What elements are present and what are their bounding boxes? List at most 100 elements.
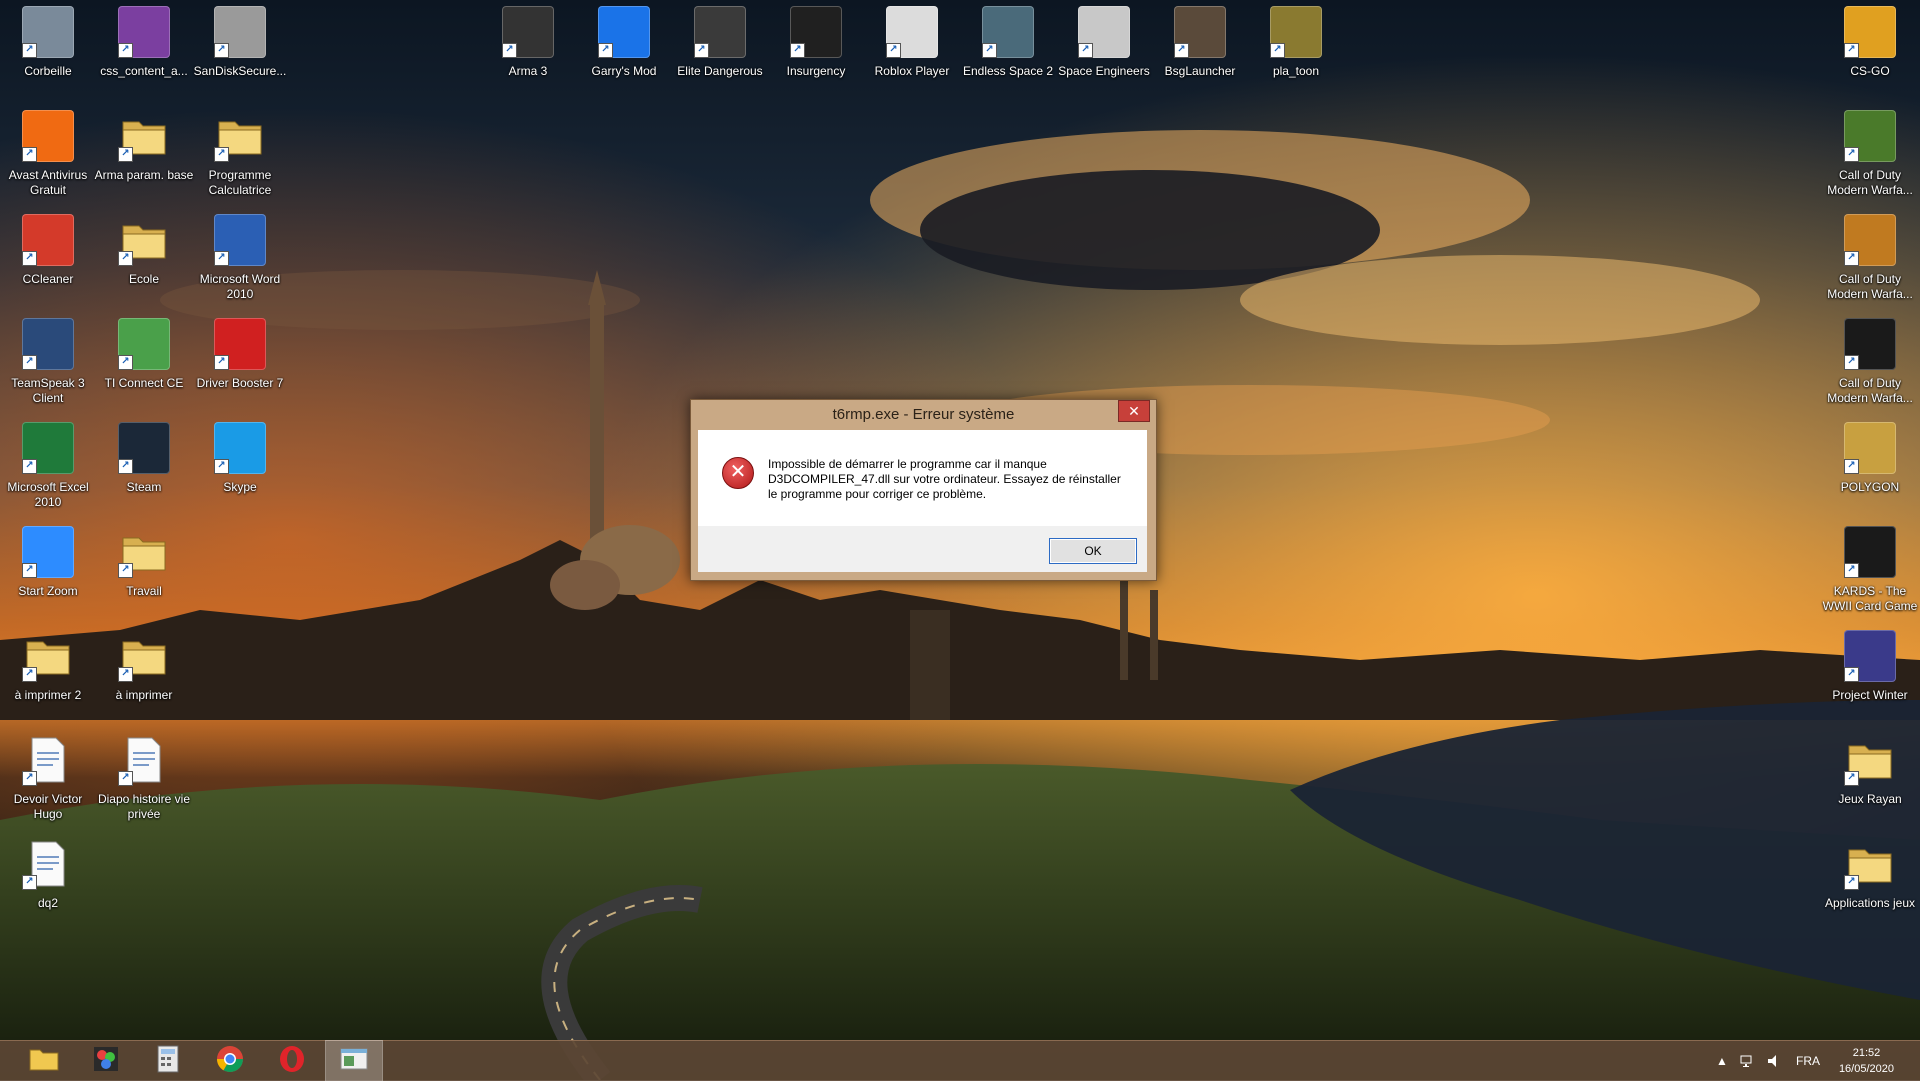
desktop-icon[interactable]: ↗ Arma 3	[480, 6, 576, 79]
shortcut-arrow-icon: ↗	[1844, 355, 1859, 370]
desktop-icon[interactable]: ↗ Driver Booster 7	[192, 318, 288, 391]
close-button[interactable]: ✕	[1118, 400, 1150, 422]
cod-mw2-icon: ↗	[1844, 110, 1896, 162]
cod-mw-icon: ↗	[1844, 318, 1896, 370]
desktop-icon[interactable]: ↗ Programme Calculatrice	[192, 110, 288, 198]
desktop-icon[interactable]: ↗ Diapo histoire vie privée	[96, 734, 192, 822]
desktop-icon[interactable]: ↗ Start Zoom	[0, 526, 96, 599]
shortcut-arrow-icon: ↗	[1844, 771, 1859, 786]
desktop-icon-label: Microsoft Excel 2010	[7, 480, 89, 509]
desktop-icon[interactable]: ↗ Garry's Mod	[576, 6, 672, 79]
show-hidden-icons-icon[interactable]: ▲	[1716, 1041, 1728, 1081]
desktop-icon-label: dq2	[37, 896, 59, 910]
shortcut-arrow-icon: ↗	[1844, 667, 1859, 682]
desktop-icon[interactable]: ↗ Roblox Player	[864, 6, 960, 79]
shortcut-arrow-icon: ↗	[214, 147, 229, 162]
desktop-icon[interactable]: ↗ Microsoft Word 2010	[192, 214, 288, 302]
desktop-icon[interactable]: ↗ pla_toon	[1248, 6, 1344, 79]
desktop-icon[interactable]: ↗ CCleaner	[0, 214, 96, 287]
steam-icon: ↗	[118, 422, 170, 474]
error-icon: ✕	[722, 457, 754, 489]
desktop-icon[interactable]: ↗ Call of Duty Modern Warfa...	[1822, 110, 1918, 198]
desktop-icon[interactable]: ↗ Insurgency	[768, 6, 864, 79]
desktop-icon[interactable]: ↗ Endless Space 2	[960, 6, 1056, 79]
shortcut-arrow-icon: ↗	[22, 771, 37, 786]
taskbar: ▲ FRA 21:52 16/05/2020	[0, 1040, 1920, 1081]
shortcut-arrow-icon: ↗	[22, 563, 37, 578]
desktop-icon[interactable]: ↗ POLYGON	[1822, 422, 1918, 495]
taskbar-opera-button[interactable]	[264, 1041, 320, 1081]
folder-icon: ↗	[1844, 734, 1896, 786]
desktop-icon-label: Programme Calculatrice	[208, 168, 272, 197]
desktop-icon[interactable]: ↗ à imprimer 2	[0, 630, 96, 703]
desktop-icon[interactable]: ↗ Ecole	[96, 214, 192, 287]
desktop-icon[interactable]: ↗ Avast Antivirus Gratuit	[0, 110, 96, 198]
desktop-icon[interactable]: ↗ BsgLauncher	[1152, 6, 1248, 79]
desktop-icon-label: SanDiskSecure...	[193, 64, 287, 78]
desktop-icon-label: Skype	[223, 480, 257, 494]
desktop-icon[interactable]: ↗ Arma param. base	[94, 110, 194, 183]
dialog-titlebar[interactable]: t6rmp.exe - Erreur système ✕	[691, 400, 1156, 430]
desktop-icon[interactable]: ↗ Project Winter	[1822, 630, 1918, 703]
desktop-icon[interactable]: ↗ Jeux Rayan	[1822, 734, 1918, 807]
desktop-icon[interactable]: ↗ Steam	[96, 422, 192, 495]
desktop-icon[interactable]: ↗ Travail	[96, 526, 192, 599]
folder-icon: ↗	[214, 110, 266, 162]
ok-button[interactable]: OK	[1049, 538, 1137, 564]
desktop-icon[interactable]: ↗ Space Engineers	[1056, 6, 1152, 79]
shortcut-arrow-icon: ↗	[1844, 875, 1859, 890]
desktop-icon[interactable]: ↗ Corbeille	[0, 6, 96, 79]
error-dialog: t6rmp.exe - Erreur système ✕ ✕ Impossibl…	[690, 399, 1157, 581]
desktop-icon[interactable]: ↗ css_content_a...	[96, 6, 192, 79]
desktop-icon[interactable]: ↗ TI Connect CE	[96, 318, 192, 391]
shortcut-arrow-icon: ↗	[694, 43, 709, 58]
taskbar-error-window-button[interactable]	[325, 1040, 383, 1081]
language-indicator[interactable]: FRA	[1796, 1041, 1820, 1081]
desktop-icon-label: Avast Antivirus Gratuit	[8, 168, 88, 197]
network-icon[interactable]	[1740, 1041, 1756, 1081]
desktop-icon-label: Jeux Rayan	[1838, 792, 1902, 806]
dialog-footer: OK	[698, 526, 1147, 572]
desktop-icon[interactable]: ↗ Microsoft Excel 2010	[0, 422, 96, 510]
shortcut-arrow-icon: ↗	[118, 459, 133, 474]
desktop-icon[interactable]: ↗ SanDiskSecure...	[192, 6, 288, 79]
desktop-icon[interactable]: ↗ Devoir Victor Hugo	[0, 734, 96, 822]
shortcut-arrow-icon: ↗	[1844, 251, 1859, 266]
error-message: Impossible de démarrer le programme car …	[768, 457, 1121, 501]
desktop-icon-label: Call of Duty Modern Warfa...	[1827, 168, 1913, 197]
desktop-icon[interactable]: ↗ Call of Duty Modern Warfa...	[1822, 214, 1918, 302]
desktop-icon-label: Call of Duty Modern Warfa...	[1827, 272, 1913, 301]
desktop-icon[interactable]: ↗ Elite Dangerous	[672, 6, 768, 79]
folder-icon: ↗	[1844, 838, 1896, 890]
volume-icon[interactable]	[1766, 1041, 1782, 1081]
zoom-icon: ↗	[22, 526, 74, 578]
desktop-icon[interactable]: ↗ dq2	[0, 838, 96, 911]
taskbar-calculator-button[interactable]	[140, 1041, 196, 1081]
shortcut-arrow-icon: ↗	[118, 667, 133, 682]
shortcut-arrow-icon: ↗	[22, 43, 37, 58]
desktop-icon[interactable]: ↗ Skype	[192, 422, 288, 495]
desktop-icon[interactable]: ↗ Call of Duty Modern Warfa...	[1822, 318, 1918, 406]
window-icon	[340, 1048, 368, 1075]
desktop-icon[interactable]: ↗ Applications jeux	[1822, 838, 1918, 911]
desktop-icon[interactable]: ↗ TeamSpeak 3 Client	[0, 318, 96, 406]
bsg-launcher-icon: ↗	[1174, 6, 1226, 58]
desktop-icon-label: pla_toon	[1272, 64, 1320, 78]
taskbar-chrome-button[interactable]	[202, 1041, 258, 1081]
taskbar-file-explorer-button[interactable]	[16, 1041, 72, 1081]
shortcut-arrow-icon: ↗	[1844, 147, 1859, 162]
desktop-icon-label: Arma param. base	[94, 168, 194, 182]
taskbar-photos-button[interactable]	[78, 1041, 134, 1081]
teamspeak-icon: ↗	[22, 318, 74, 370]
driver-booster-icon: ↗	[214, 318, 266, 370]
desktop-icon-label: KARDS - The WWII Card Game	[1822, 584, 1918, 613]
desktop-icon-label: Call of Duty Modern Warfa...	[1827, 376, 1913, 405]
desktop-icon[interactable]: ↗ CS-GO	[1822, 6, 1918, 79]
shortcut-arrow-icon: ↗	[1844, 459, 1859, 474]
desktop-icon-label: CCleaner	[22, 272, 74, 286]
folder-icon: ↗	[118, 526, 170, 578]
desktop-icon[interactable]: ↗ à imprimer	[96, 630, 192, 703]
desktop-icon[interactable]: ↗ KARDS - The WWII Card Game	[1822, 526, 1918, 614]
clock[interactable]: 21:52 16/05/2020	[1839, 1045, 1894, 1077]
shortcut-arrow-icon: ↗	[1844, 43, 1859, 58]
